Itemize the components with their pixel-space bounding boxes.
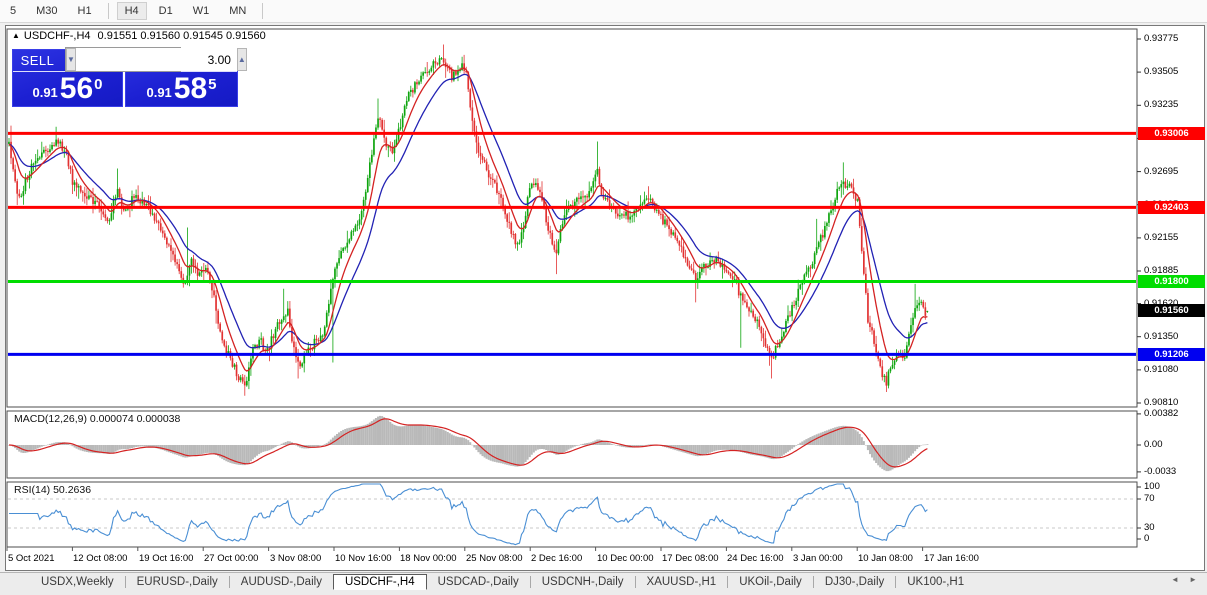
- timeframe-button-5[interactable]: 5: [2, 2, 24, 20]
- sell-button[interactable]: SELL: [21, 53, 55, 68]
- lot-decrease-button[interactable]: ▼: [66, 48, 76, 71]
- timeframe-button-D1[interactable]: D1: [151, 2, 181, 20]
- bid-price: 0.91 56 0: [13, 72, 122, 105]
- timeframe-button-H1[interactable]: H1: [70, 2, 100, 20]
- bid-price-prefix: 0.91: [32, 85, 57, 100]
- tab-eurusd-daily[interactable]: EURUSD-,Daily: [126, 575, 229, 589]
- timeframe-toolbar: 5M30 H1 H4D1W1MN: [0, 0, 1207, 23]
- tab-scroll-arrows[interactable]: ◄ ►: [1171, 575, 1201, 584]
- toolbar-separator: [108, 3, 109, 19]
- tab-dj30-daily[interactable]: DJ30-,Daily: [814, 575, 895, 589]
- lot-increase-button[interactable]: ▲: [237, 48, 247, 71]
- one-click-trade-panel: SELL 0.91 56 0 BUY 0.91 58 5 ▼ ▲: [12, 47, 238, 107]
- tab-usdcad-daily[interactable]: USDCAD-,Daily: [427, 575, 530, 589]
- tab-usdx-weekly[interactable]: USDX,Weekly: [30, 575, 125, 589]
- ask-price-sup: 5: [208, 76, 216, 93]
- timeframe-button-MN[interactable]: MN: [221, 2, 254, 20]
- ask-price-big: 58: [174, 75, 207, 103]
- tab-xauusd-h1[interactable]: XAUUSD-,H1: [636, 575, 728, 589]
- timeframe-button-H4[interactable]: H4: [117, 2, 147, 20]
- tab-audusd-daily[interactable]: AUDUSD-,Daily: [230, 575, 333, 589]
- status-bar: [0, 591, 1207, 595]
- tab-usdcnh-daily[interactable]: USDCNH-,Daily: [531, 575, 635, 589]
- ask-price-prefix: 0.91: [146, 85, 171, 100]
- timeframe-button-W1[interactable]: W1: [185, 2, 218, 20]
- ask-price: 0.91 58 5: [126, 72, 237, 105]
- bid-price-sup: 0: [94, 76, 102, 93]
- chart-window: ▲USDCHF-,H40.91551 0.91560 0.91545 0.915…: [5, 25, 1205, 571]
- tab-ukoil-daily[interactable]: UKOil-,Daily: [728, 575, 813, 589]
- mt4-application: 5M30H1H4D1W1MN ▲USDCHF-,H40.91551 0.9156…: [0, 0, 1207, 595]
- lot-size-spinner: ▼ ▲: [65, 47, 181, 72]
- lot-size-input[interactable]: [76, 48, 237, 71]
- toolbar-separator: [262, 3, 263, 19]
- bid-price-big: 56: [60, 75, 93, 103]
- tab-usdchf-h4[interactable]: USDCHF-,H4: [333, 574, 427, 590]
- tab-uk100-h1[interactable]: UK100-,H1: [896, 575, 975, 589]
- chart-plot[interactable]: [6, 26, 1206, 572]
- timeframe-button-M30[interactable]: M30: [28, 2, 65, 20]
- chart-tab-bar: USDX,WeeklyEURUSD-,DailyAUDUSD-,DailyUSD…: [0, 572, 1207, 591]
